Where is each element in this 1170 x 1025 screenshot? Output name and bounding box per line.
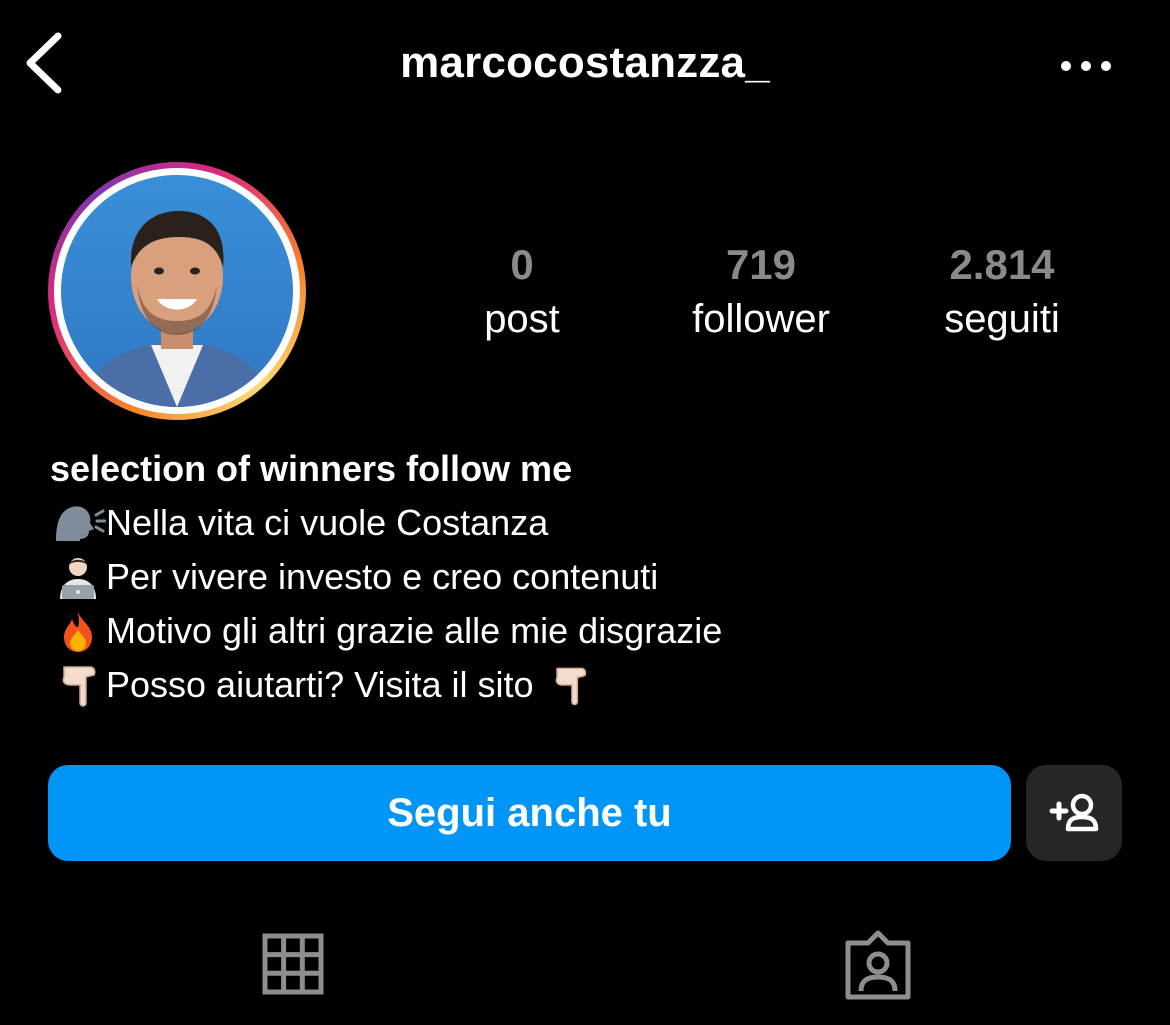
stat-followers[interactable]: 719 follower bbox=[641, 238, 881, 346]
bio-line-text: Posso aiutarti? Visita il sito bbox=[106, 664, 534, 705]
suggest-people-button[interactable] bbox=[1026, 765, 1122, 861]
bio-line-text: Motivo gli altri grazie alle mie disgraz… bbox=[106, 610, 723, 651]
bio-line: Nella vita ci vuole Costanza bbox=[50, 496, 1130, 550]
top-bar: marcocostanzza_ bbox=[0, 0, 1170, 130]
pointing-down-emoji bbox=[544, 663, 596, 707]
profile-photo bbox=[61, 175, 293, 407]
bio-name: selection of winners follow me bbox=[50, 448, 573, 489]
bio-line-text: Per vivere investo e creo contenuti bbox=[106, 556, 659, 597]
story-ring[interactable] bbox=[48, 162, 306, 420]
more-options-button[interactable] bbox=[1056, 44, 1116, 88]
grid-icon bbox=[262, 933, 324, 995]
stat-posts: 0 post bbox=[402, 238, 642, 346]
bio-line: Motivo gli altri grazie alle mie disgraz… bbox=[50, 604, 1130, 658]
follow-button[interactable]: Segui anche tu bbox=[48, 765, 1011, 861]
profile-username: marcocostanzza_ bbox=[400, 38, 770, 87]
profile-bio: selection of winners follow me Nella vit… bbox=[50, 442, 1130, 712]
stat-posts-value: 0 bbox=[510, 241, 534, 288]
stat-posts-label: post bbox=[484, 297, 560, 341]
stat-following-label: seguiti bbox=[944, 297, 1060, 341]
pointing-down-emoji bbox=[50, 663, 106, 707]
tab-tagged[interactable] bbox=[838, 925, 918, 1005]
add-user-icon bbox=[1049, 793, 1099, 832]
avatar[interactable] bbox=[61, 175, 293, 407]
stat-following-value: 2.814 bbox=[949, 241, 1055, 288]
stat-followers-label: follower bbox=[692, 297, 830, 341]
stat-following[interactable]: 2.814 seguiti bbox=[882, 238, 1122, 346]
speaking-head-emoji bbox=[50, 501, 107, 545]
tab-posts-grid[interactable] bbox=[253, 925, 333, 1005]
fire-emoji bbox=[50, 609, 106, 653]
bio-line-text: Nella vita ci vuole Costanza bbox=[106, 502, 549, 543]
stat-followers-value: 719 bbox=[725, 241, 797, 288]
bio-line: Posso aiutarti? Visita il sito bbox=[50, 658, 1130, 712]
bio-line: Per vivere investo e creo contenuti bbox=[50, 550, 1130, 604]
tagged-user-icon bbox=[845, 930, 911, 1000]
technologist-emoji bbox=[50, 555, 106, 599]
ellipsis-icon bbox=[1061, 61, 1111, 71]
